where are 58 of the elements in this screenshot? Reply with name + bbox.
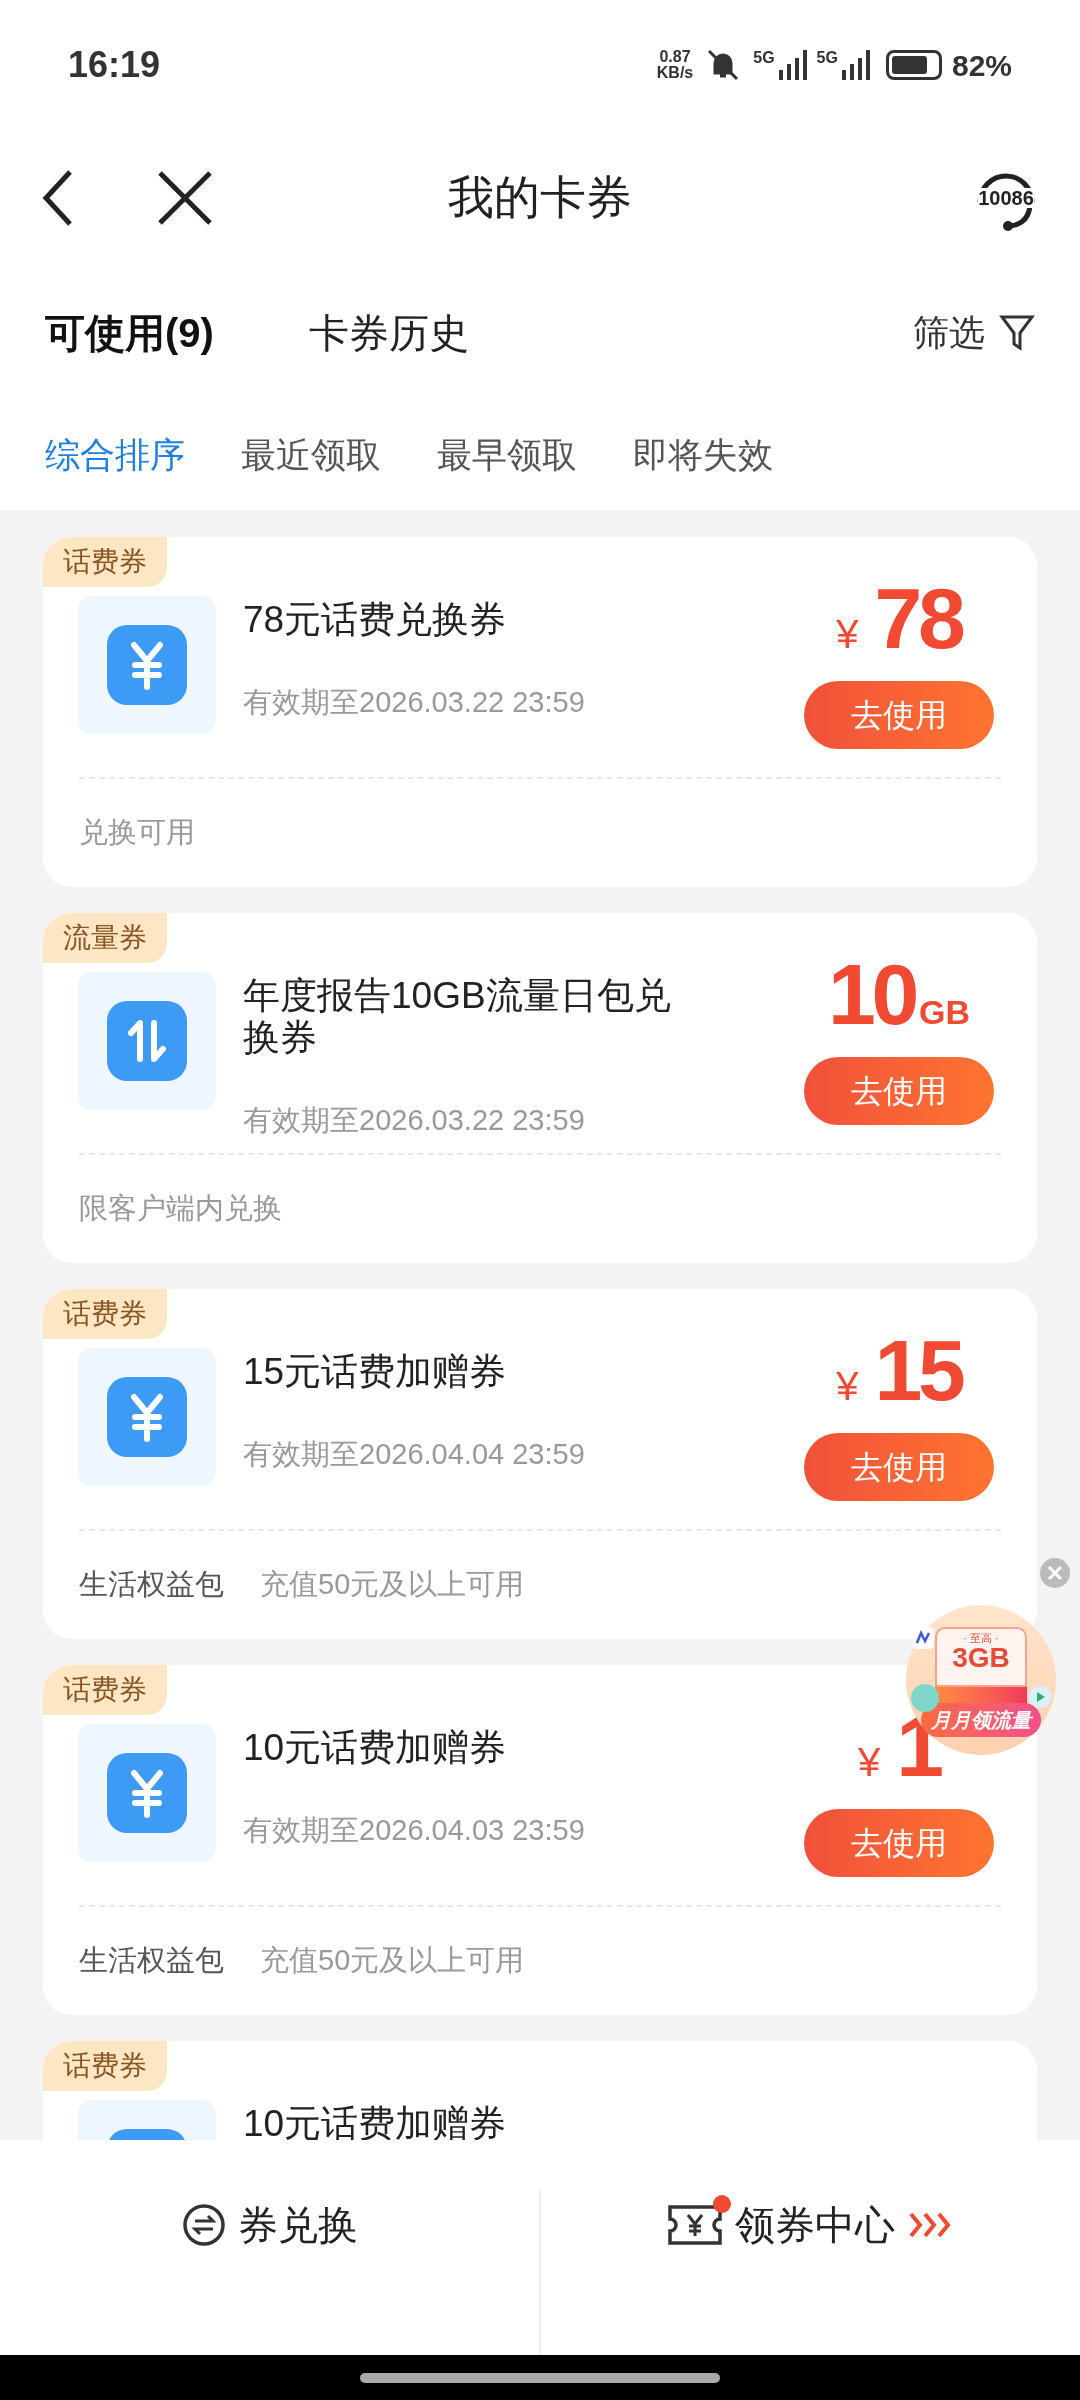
network-speed: 0.87 bbox=[659, 49, 691, 65]
status-time: 16:19 bbox=[68, 43, 161, 87]
currency-symbol: ¥ bbox=[858, 1742, 881, 1782]
promo-caption: · 至高 · bbox=[963, 1633, 999, 1644]
play-logo-icon bbox=[1028, 1685, 1052, 1709]
signal-icon bbox=[839, 50, 870, 80]
network-type: 5G bbox=[753, 50, 775, 66]
filter-button[interactable]: 筛选 bbox=[913, 305, 1035, 360]
sort-option[interactable]: 综合排序 bbox=[45, 428, 185, 482]
currency-symbol: ¥ bbox=[836, 1366, 859, 1406]
sort-option[interactable]: 最早领取 bbox=[437, 428, 577, 482]
coupon-expiry: 有效期至2026.04.04 23:59 bbox=[243, 1437, 586, 1472]
coupon-expiry: 有效期至2026.04.03 23:59 bbox=[243, 1813, 586, 1848]
coupon-expiry: 有效期至2026.03.22 23:59 bbox=[243, 1103, 586, 1138]
coupon-center-button[interactable]: 领券中心 bbox=[666, 2190, 955, 2260]
sort-option[interactable]: 即将失效 bbox=[633, 428, 773, 482]
battery-icon bbox=[885, 50, 942, 80]
coupon-title: 15元话费加赠券 bbox=[243, 1351, 508, 1393]
tab[interactable]: 可使用(9) bbox=[45, 302, 214, 363]
battery-percent: 82% bbox=[951, 47, 1012, 84]
ticket-icon bbox=[666, 2203, 723, 2247]
amount-unit: GB bbox=[919, 995, 971, 1029]
coupon-condition: 兑换可用 bbox=[79, 815, 195, 851]
network-type: 5G bbox=[816, 50, 838, 66]
coupon-title: 78元话费兑换券 bbox=[243, 599, 508, 641]
exchange-button[interactable]: 券兑换 bbox=[181, 2190, 358, 2260]
home-indicator[interactable] bbox=[360, 2372, 720, 2383]
coupon-amount: 15 bbox=[874, 1327, 962, 1413]
promo-amount: 3GB bbox=[952, 1644, 1010, 1672]
coupon-expiry: 有效期至2026.03.22 23:59 bbox=[243, 685, 586, 720]
app-logo-icon bbox=[910, 1683, 940, 1713]
sort-option[interactable]: 最近领取 bbox=[241, 428, 381, 482]
benefit-package: 生活权益包 bbox=[79, 1943, 224, 1979]
coupon-tag: 话费券 bbox=[43, 2041, 167, 2091]
coupon-condition: 充值50元及以上可用 bbox=[260, 1567, 525, 1603]
signal-icon bbox=[776, 50, 807, 80]
network-unit: KB/s bbox=[656, 65, 694, 81]
service-number: 10086 bbox=[978, 187, 1034, 208]
close-icon bbox=[1047, 1565, 1063, 1581]
coupon-condition: 限客户端内兑换 bbox=[79, 1191, 282, 1227]
coupon-amount: 10 bbox=[827, 951, 916, 1037]
tab[interactable]: 卡券历史 bbox=[308, 302, 469, 363]
close-icon[interactable] bbox=[156, 168, 214, 227]
coupon-title: 10元话费加赠券 bbox=[243, 1727, 508, 1769]
exchange-icon bbox=[181, 2203, 226, 2247]
coupon-tag: 话费券 bbox=[43, 1665, 167, 1715]
currency-symbol: ¥ bbox=[836, 614, 859, 654]
coupon-condition: 充值50元及以上可用 bbox=[260, 1943, 525, 1979]
page-title: 我的卡券 bbox=[448, 171, 632, 223]
benefit-package: 生活权益包 bbox=[79, 1567, 224, 1603]
coupon-tag: 流量券 bbox=[43, 913, 167, 963]
customer-service-button[interactable]: 10086 bbox=[970, 161, 1042, 234]
data-transfer-icon bbox=[107, 1001, 187, 1081]
filter-icon bbox=[999, 313, 1035, 352]
coupon-amount: 78 bbox=[874, 575, 962, 661]
coupon-tag: 话费券 bbox=[43, 1289, 167, 1339]
coupon-title: 年度报告10GB流量日包兑换券 bbox=[243, 975, 672, 1059]
coupon-tag: 话费券 bbox=[43, 537, 167, 587]
